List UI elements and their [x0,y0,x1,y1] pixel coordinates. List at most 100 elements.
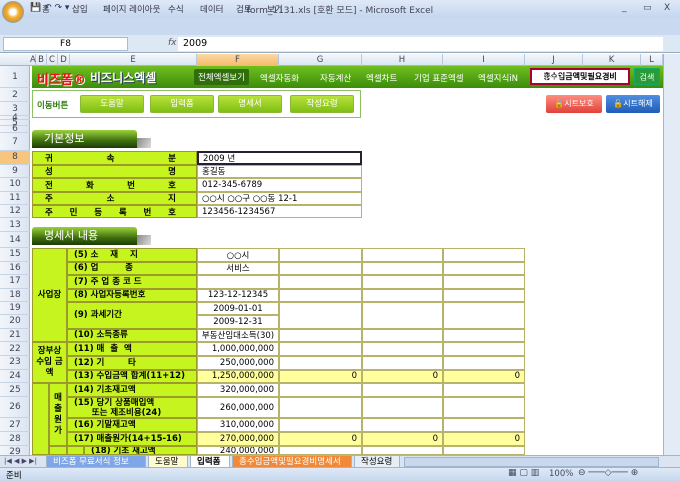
row-header[interactable]: 2 [0,88,30,102]
detail-value-i[interactable] [443,288,525,302]
column-header[interactable]: I [443,54,525,66]
detail-value-h[interactable] [362,383,443,397]
detail-value-f[interactable]: 260,000,000 [197,397,279,418]
detail-value-h[interactable] [362,248,443,262]
detail-value-f[interactable]: 1,250,000,000 [197,369,279,383]
ribbon-tab[interactable]: 수식 [168,3,184,15]
name-box[interactable]: F8 [3,37,128,51]
fx-icon[interactable]: fx [168,38,177,48]
detail-value-g[interactable] [279,261,362,275]
row-header[interactable]: 28 [0,432,30,446]
detail-value-g[interactable] [279,275,362,289]
row-header[interactable]: 27 [0,418,30,432]
maximize-button[interactable]: ▭ [643,3,652,13]
detail-value-f[interactable]: 320,000,000 [197,383,279,397]
banner-nav-item[interactable]: 기업 표준엑셀 [414,72,464,84]
ribbon-tab[interactable]: 검토 [236,3,252,15]
detail-value-i[interactable] [443,261,525,275]
nav-button-3[interactable]: 작성요령 [290,95,354,113]
detail-value-i[interactable]: 0 [443,369,525,383]
banner-nav-item[interactable]: 자동계산 [320,72,351,84]
row-header[interactable]: 16 [0,262,30,275]
basic-info-value[interactable]: 012-345-6789 [197,178,362,192]
basic-info-value[interactable]: ○○시 ○○구 ○○동 12-1 [197,191,362,205]
detail-value-f[interactable]: 서비스 [197,261,279,275]
bizforms-logo[interactable]: 비즈폼® [37,69,86,88]
detail-value-g[interactable] [279,397,362,418]
ribbon-tab[interactable]: 보기 [267,3,283,15]
detail-value-f[interactable] [197,275,279,289]
minimize-button[interactable]: _ [622,3,627,13]
detail-value-g[interactable]: 0 [279,432,362,446]
detail-value-i[interactable] [443,383,525,397]
detail-value-i[interactable] [443,418,525,432]
view-buttons[interactable]: ▦ ▢ ▥ [508,468,539,478]
row-header[interactable]: 9 [0,165,30,178]
detail-value-i[interactable] [443,302,525,329]
basic-info-value[interactable]: 2009 년 [197,151,362,165]
detail-value-h[interactable] [362,328,443,342]
ribbon-tab[interactable]: 삽입 [72,3,88,15]
detail-value-g[interactable] [279,446,362,455]
ribbon-tab[interactable]: 홈 [42,3,50,15]
detail-value-h[interactable] [362,446,443,455]
banner-nav-item[interactable]: 경리실무 [532,72,563,84]
detail-value-g[interactable] [279,248,362,262]
row-header[interactable]: 25 [0,383,30,397]
detail-value-h[interactable] [362,356,443,370]
detail-value-i[interactable] [443,397,525,418]
row-header[interactable]: 14 [0,232,30,248]
detail-value-h[interactable] [362,288,443,302]
detail-value-g[interactable] [279,418,362,432]
detail-value-f2[interactable]: 2009-12-31 [197,315,279,329]
column-header[interactable]: E [70,54,197,66]
ribbon-tab[interactable]: 데이터 [200,3,223,15]
row-header[interactable]: 23 [0,356,30,370]
detail-value-g[interactable] [279,302,362,329]
column-header[interactable]: G [279,54,362,66]
office-button[interactable] [2,1,24,23]
row-header[interactable]: 8 [0,151,30,165]
detail-value-g[interactable] [279,356,362,370]
row-header[interactable]: 13 [0,218,30,232]
ribbon-tab[interactable]: 페이지 레이아웃 [103,3,160,15]
row-header[interactable]: 20 [0,315,30,329]
banner-nav-item[interactable]: 전체엑셀보기 [194,69,249,85]
detail-value-f[interactable]: 1,000,000,000 [197,342,279,356]
banner-nav-item[interactable]: 엑셀지식iN [478,72,518,84]
detail-value-g[interactable] [279,383,362,397]
detail-value-i[interactable] [443,248,525,262]
detail-value-i[interactable] [443,342,525,356]
detail-value-f[interactable]: 310,000,000 [197,418,279,432]
detail-value-g[interactable] [279,328,362,342]
row-header[interactable]: 24 [0,370,30,383]
column-header[interactable]: H [362,54,443,66]
row-header[interactable]: 18 [0,289,30,302]
row-header[interactable]: 10 [0,178,30,192]
column-header[interactable]: F [197,54,279,66]
nav-button-1[interactable]: 입력폼 [150,95,214,113]
zoom-level[interactable]: 100% [549,469,573,479]
row-header[interactable]: 19 [0,302,30,315]
row-header[interactable]: 1 [0,66,30,88]
row-header[interactable]: 22 [0,342,30,356]
row-header[interactable]: 26 [0,397,30,418]
column-header[interactable]: J [525,54,583,66]
banner-nav-item[interactable]: 엑셀자동화 [260,72,299,84]
detail-value-h[interactable] [362,418,443,432]
detail-value-i[interactable]: 0 [443,432,525,446]
detail-value-f[interactable]: 2009-01-01 [197,302,279,316]
detail-value-i[interactable] [443,356,525,370]
detail-value-h[interactable] [362,302,443,329]
detail-value-g[interactable] [279,288,362,302]
banner-nav-item[interactable]: 엑셀차트 [366,72,397,84]
row-header[interactable]: 12 [0,205,30,218]
detail-value-h[interactable]: 0 [362,369,443,383]
search-button[interactable]: 검색 [634,68,660,85]
horizontal-scrollbar[interactable] [404,457,659,467]
column-header[interactable]: B [36,54,47,66]
detail-value-g[interactable] [279,342,362,356]
detail-value-h[interactable] [362,275,443,289]
row-header[interactable]: 7 [0,133,30,151]
protect-sheet-button[interactable]: 🔒시트보호 [546,95,602,113]
